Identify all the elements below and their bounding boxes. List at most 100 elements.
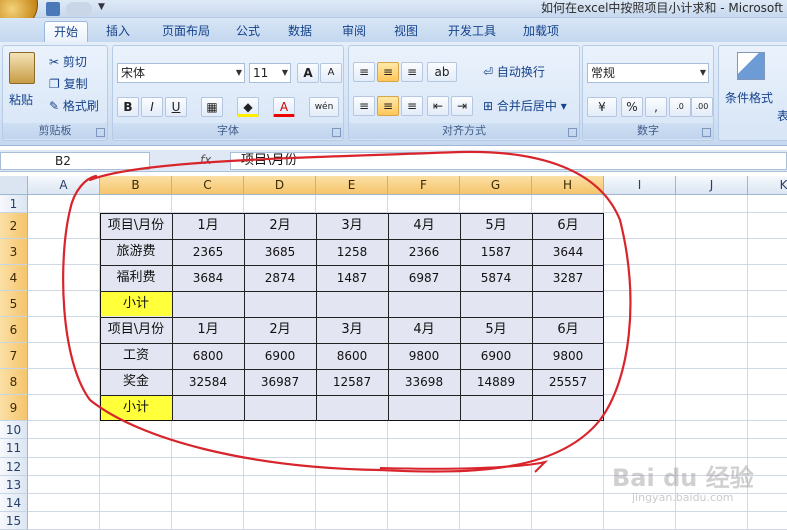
tab-insert[interactable]: 插入 <box>96 21 140 42</box>
table-cell[interactable] <box>173 292 243 316</box>
row-header-8[interactable]: 8 <box>0 369 28 396</box>
font-launcher-icon[interactable] <box>332 128 341 137</box>
column-header-d[interactable]: D <box>244 176 316 195</box>
table-cell[interactable] <box>317 396 387 420</box>
tab-view[interactable]: 视图 <box>386 21 426 42</box>
column-header-g[interactable]: G <box>460 176 532 195</box>
align-top-icon[interactable]: ≡ <box>353 62 375 82</box>
bold-button[interactable]: B <box>117 97 139 117</box>
grow-font-button[interactable]: A <box>297 63 319 83</box>
formula-input[interactable]: 项目\月份 <box>230 152 787 170</box>
table-cell[interactable]: 2366 <box>389 240 459 264</box>
align-right-icon[interactable]: ≡ <box>401 96 423 116</box>
table-cell[interactable]: 6月 <box>533 318 603 342</box>
column-header-k[interactable]: K <box>748 176 787 195</box>
clipboard-launcher-icon[interactable] <box>96 128 105 137</box>
tab-add-ins[interactable]: 加载项 <box>514 21 568 42</box>
italic-button[interactable]: I <box>141 97 163 117</box>
table-cell[interactable]: 33698 <box>389 370 459 394</box>
number-launcher-icon[interactable] <box>702 128 711 137</box>
table-cell[interactable]: 1587 <box>461 240 531 264</box>
table-cell[interactable] <box>461 292 531 316</box>
phonetic-button[interactable]: wén <box>309 97 339 117</box>
table-cell[interactable]: 3月 <box>317 318 387 342</box>
column-header-e[interactable]: E <box>316 176 388 195</box>
table-cell[interactable]: 12587 <box>317 370 387 394</box>
row-header-7[interactable]: 7 <box>0 343 28 370</box>
row-header-9[interactable]: 9 <box>0 395 28 422</box>
align-center-icon[interactable]: ≡ <box>377 96 399 116</box>
table-cell[interactable] <box>389 292 459 316</box>
table-cell[interactable]: 4月 <box>389 318 459 342</box>
table-cell[interactable] <box>389 396 459 420</box>
table-cell[interactable] <box>245 396 315 420</box>
tab-data[interactable]: 数据 <box>280 21 320 42</box>
table-cell[interactable]: 1月 <box>173 318 243 342</box>
table-cell[interactable]: 9800 <box>389 344 459 368</box>
table-cell[interactable]: 1月 <box>173 214 243 238</box>
table-cell[interactable]: 3644 <box>533 240 603 264</box>
format-table-button[interactable]: 表 <box>777 106 787 126</box>
font-name-select[interactable]: 宋体 ▼ <box>117 63 245 83</box>
align-bottom-icon[interactable]: ≡ <box>401 62 423 82</box>
row-label-cell[interactable]: 项目\月份 <box>101 318 171 342</box>
row-header-3[interactable]: 3 <box>0 239 28 266</box>
table-cell[interactable]: 3287 <box>533 266 603 290</box>
row-label-cell[interactable]: 项目\月份 <box>101 214 171 238</box>
tab-page-layout[interactable]: 页面布局 <box>152 21 220 42</box>
table-cell[interactable]: 32584 <box>173 370 243 394</box>
paste-icon[interactable] <box>9 52 35 84</box>
row-header-11[interactable]: 11 <box>0 439 28 458</box>
row-header-6[interactable]: 6 <box>0 317 28 344</box>
align-left-icon[interactable]: ≡ <box>353 96 375 116</box>
column-header-h[interactable]: H <box>532 176 604 195</box>
tab-home[interactable]: 开始 <box>44 21 88 42</box>
undo-redo-icon[interactable] <box>66 2 92 16</box>
row-header-14[interactable]: 14 <box>0 494 28 513</box>
conditional-format-button[interactable]: 条件格式 <box>725 88 773 108</box>
table-cell[interactable] <box>533 396 603 420</box>
borders-icon[interactable]: ▦ <box>201 97 223 117</box>
paste-button[interactable]: 粘贴 <box>9 90 33 110</box>
increase-decimal-icon[interactable]: .0 <box>669 97 691 117</box>
row-header-12[interactable]: 12 <box>0 457 28 476</box>
column-header-a[interactable]: A <box>28 176 100 195</box>
row-header-13[interactable]: 13 <box>0 475 28 494</box>
decrease-decimal-icon[interactable]: .00 <box>691 97 713 117</box>
copy-button[interactable]: ❐ 复制 <box>49 74 88 94</box>
table-cell[interactable]: 8600 <box>317 344 387 368</box>
row-header-5[interactable]: 5 <box>0 291 28 318</box>
row-label-cell[interactable]: 奖金 <box>101 370 171 394</box>
select-all-corner[interactable] <box>0 176 28 195</box>
cut-button[interactable]: ✂ 剪切 <box>49 52 87 72</box>
table-cell[interactable]: 5月 <box>461 318 531 342</box>
insert-function-icon[interactable]: fx <box>200 153 211 167</box>
table-cell[interactable]: 14889 <box>461 370 531 394</box>
qat-dropdown-icon[interactable]: ▼ <box>98 2 106 16</box>
row-label-cell[interactable]: 工资 <box>101 344 171 368</box>
fill-color-icon[interactable]: ◆ <box>237 97 259 117</box>
merge-center-button[interactable]: ⊞ 合并后居中 ▾ <box>483 96 567 116</box>
font-color-button[interactable]: A <box>273 97 295 117</box>
number-format-select[interactable]: 常规 ▼ <box>587 63 709 83</box>
save-icon[interactable] <box>46 2 60 16</box>
table-cell[interactable]: 3月 <box>317 214 387 238</box>
table-cell[interactable] <box>317 292 387 316</box>
table-cell[interactable] <box>461 396 531 420</box>
table-cell[interactable] <box>173 396 243 420</box>
table-cell[interactable]: 5月 <box>461 214 531 238</box>
row-header-1[interactable]: 1 <box>0 195 28 214</box>
increase-indent-icon[interactable]: ⇥ <box>451 96 473 116</box>
conditional-format-icon[interactable] <box>737 52 765 80</box>
table-cell[interactable]: 6900 <box>245 344 315 368</box>
tab-review[interactable]: 审阅 <box>334 21 374 42</box>
column-header-c[interactable]: C <box>172 176 244 195</box>
shrink-font-button[interactable]: A <box>320 63 342 83</box>
table-cell[interactable]: 9800 <box>533 344 603 368</box>
percent-button[interactable]: % <box>621 97 643 117</box>
align-middle-icon[interactable]: ≡ <box>377 62 399 82</box>
table-cell[interactable] <box>533 292 603 316</box>
row-label-cell[interactable]: 福利费 <box>101 266 171 290</box>
tab-developer[interactable]: 开发工具 <box>440 21 504 42</box>
comma-button[interactable]: , <box>645 97 667 117</box>
